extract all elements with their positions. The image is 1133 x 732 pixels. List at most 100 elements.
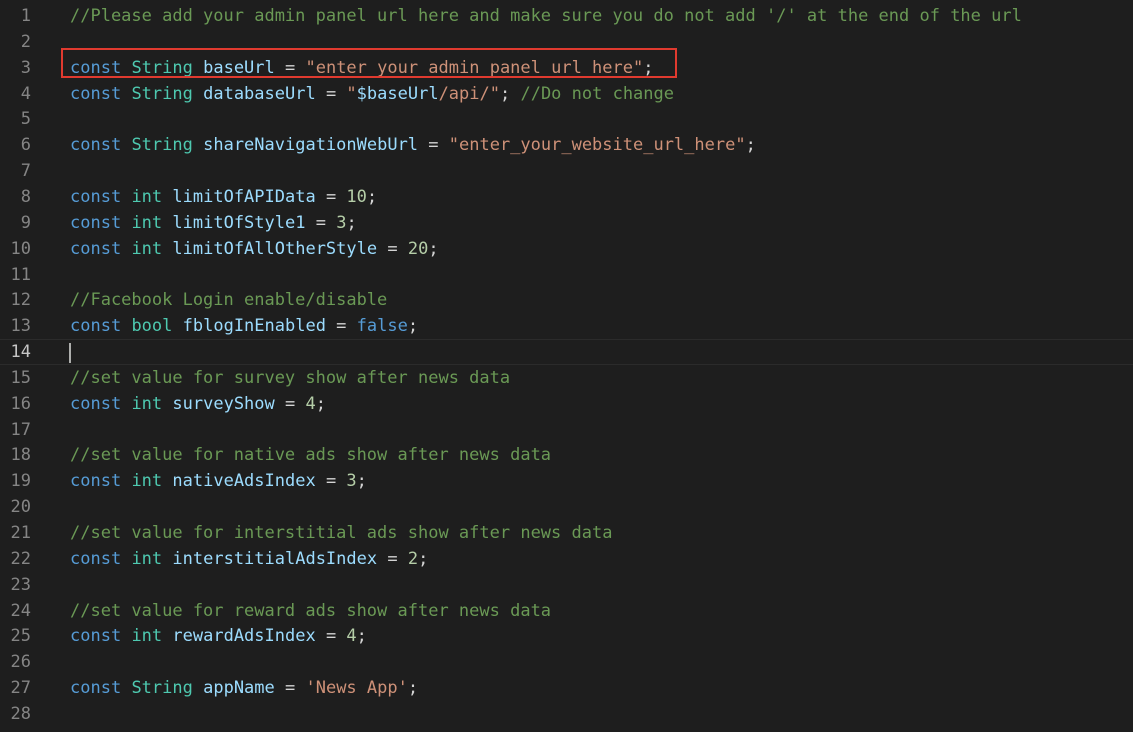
- code-line[interactable]: 25 const int rewardAdsIndex = 4;: [0, 623, 1133, 649]
- code-line[interactable]: 17: [0, 417, 1133, 443]
- line-number: 26: [10, 652, 31, 673]
- line-number: 22: [10, 548, 31, 569]
- code-line[interactable]: 26: [0, 649, 1133, 675]
- code-text: const String appName = 'News App';: [70, 675, 1133, 701]
- code-token: ;: [428, 238, 439, 259]
- code-token: int: [131, 393, 163, 414]
- code-token: =: [315, 83, 347, 104]
- code-token: surveyShow: [172, 393, 275, 414]
- code-line[interactable]: 5: [0, 106, 1133, 132]
- code-line[interactable]: 1 //Please add your admin panel url here …: [0, 3, 1133, 29]
- code-token: //set value for interstitial ads show af…: [70, 523, 613, 543]
- code-line[interactable]: 11: [0, 262, 1133, 288]
- code-token: const: [70, 238, 122, 259]
- code-line[interactable]: 13 const bool fblogInEnabled = false;: [0, 313, 1133, 339]
- code-token: "enter_your_website_url_here": [448, 135, 746, 156]
- code-line[interactable]: 16 const int surveyShow = 4;: [0, 391, 1133, 417]
- code-token: $baseUrl: [356, 83, 439, 104]
- code-line[interactable]: 22 const int interstitialAdsIndex = 2;: [0, 546, 1133, 572]
- code-token: String: [131, 135, 193, 156]
- code-token: limitOfAPIData: [172, 186, 316, 207]
- text-cursor: [69, 343, 71, 364]
- code-token: fblogInEnabled: [182, 316, 326, 337]
- code-line[interactable]: 14: [0, 339, 1133, 366]
- code-line[interactable]: 23: [0, 572, 1133, 598]
- code-line[interactable]: 10 const int limitOfAllOtherStyle = 20;: [0, 236, 1133, 262]
- code-token: int: [131, 471, 163, 492]
- line-number: 14: [10, 342, 31, 363]
- code-line[interactable]: 27 const String appName = 'News App';: [0, 675, 1133, 701]
- code-text: const int interstitialAdsIndex = 2;: [70, 546, 1133, 572]
- code-text: const int limitOfAPIData = 10;: [70, 184, 1133, 210]
- code-token: =: [315, 471, 347, 492]
- code-line[interactable]: 12 //Facebook Login enable/disable: [0, 287, 1133, 313]
- code-line[interactable]: 15 //set value for survey show after news…: [0, 365, 1133, 391]
- code-line[interactable]: 20: [0, 494, 1133, 520]
- code-token: const: [70, 316, 122, 337]
- code-line[interactable]: 24 //set value for reward ads show after …: [0, 598, 1133, 624]
- code-token: 3: [336, 212, 347, 233]
- code-token: ;: [315, 393, 326, 414]
- code-line[interactable]: 2: [0, 29, 1133, 55]
- code-token: String: [131, 83, 193, 104]
- code-line[interactable]: 21 //set value for interstitial ads show …: [0, 520, 1133, 546]
- code-token: const: [70, 471, 122, 492]
- code-token: bool: [131, 316, 173, 337]
- code-token: ": [346, 83, 357, 104]
- code-line[interactable]: 18 //set value for native ads show after …: [0, 442, 1133, 468]
- code-line[interactable]: 9 const int limitOfStyle1 = 3;: [0, 210, 1133, 236]
- code-line[interactable]: 8 const int limitOfAPIData = 10;: [0, 184, 1133, 210]
- line-number: 10: [10, 238, 31, 259]
- code-token: shareNavigationWebUrl: [203, 135, 419, 156]
- code-token: const: [70, 83, 122, 104]
- line-number: 12: [10, 290, 31, 311]
- code-line[interactable]: 4 const String databaseUrl = "$baseUrl/ap…: [0, 81, 1133, 107]
- code-text: const String databaseUrl = "$baseUrl/api…: [70, 81, 1133, 107]
- code-token: int: [131, 626, 163, 647]
- code-token: =: [274, 678, 306, 699]
- line-number: 19: [10, 471, 31, 492]
- code-token: =: [274, 57, 306, 78]
- code-text: const int rewardAdsIndex = 4;: [70, 623, 1133, 649]
- line-number: 18: [10, 445, 31, 466]
- code-line[interactable]: 19 const int nativeAdsIndex = 3;: [0, 468, 1133, 494]
- code-text: //set value for survey show after news d…: [70, 365, 1133, 391]
- code-token: interstitialAdsIndex: [172, 548, 378, 569]
- line-number: 1: [20, 6, 31, 26]
- code-token: =: [325, 316, 357, 337]
- code-token: databaseUrl: [203, 83, 316, 104]
- code-token: ;: [346, 212, 357, 233]
- code-token: =: [315, 626, 347, 647]
- code-line[interactable]: 7: [0, 158, 1133, 184]
- code-token: ;: [499, 83, 521, 104]
- code-token: int: [131, 238, 163, 259]
- code-token: const: [70, 393, 122, 414]
- code-token: baseUrl: [203, 57, 275, 78]
- code-line[interactable]: 3 const String baseUrl = "enter_your_admi…: [0, 55, 1133, 81]
- code-token: 2: [407, 548, 419, 569]
- code-line[interactable]: 28: [0, 701, 1133, 727]
- line-number: 25: [10, 626, 31, 647]
- line-number: 16: [10, 393, 31, 414]
- code-token: =: [274, 393, 306, 414]
- code-line[interactable]: 6 const String shareNavigationWebUrl = "e…: [0, 132, 1133, 158]
- code-editor[interactable]: 1 //Please add your admin panel url here …: [0, 0, 1133, 732]
- line-number: 27: [10, 678, 31, 699]
- code-token: int: [131, 548, 163, 569]
- code-token: 4: [305, 393, 316, 414]
